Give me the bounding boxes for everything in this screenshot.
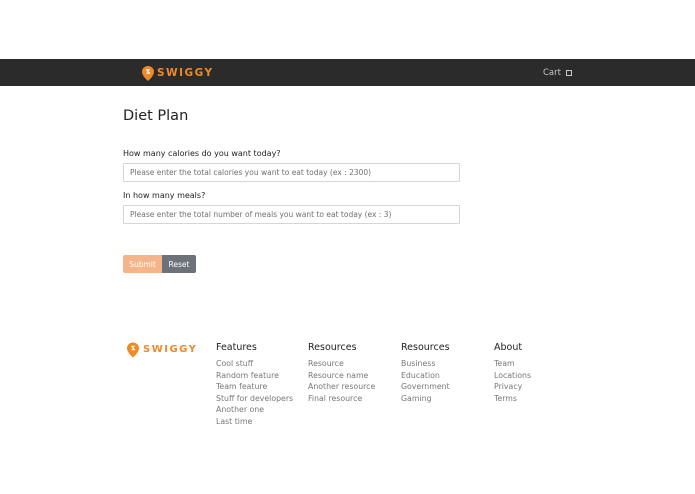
footer-link[interactable]: Final resource: [308, 393, 375, 405]
footer-link[interactable]: Education: [401, 370, 450, 382]
footer-link[interactable]: Last time: [216, 416, 293, 428]
footer-column-resources: Resources Resource Resource name Another…: [308, 341, 375, 404]
brand-name: SWIGGY: [157, 67, 214, 79]
footer-link[interactable]: Another one: [216, 404, 293, 416]
footer-link[interactable]: Gaming: [401, 393, 450, 405]
footer-heading: Resources: [308, 342, 357, 353]
cart-label: Cart: [543, 68, 561, 78]
footer-link[interactable]: Resource: [308, 358, 375, 370]
footer-brand-logo[interactable]: SWIGGY: [127, 341, 197, 358]
calories-label: How many calories do you want today?: [123, 149, 281, 158]
footer-column-resources-2: Resources Business Education Government …: [401, 341, 450, 404]
footer-link[interactable]: Another resource: [308, 381, 375, 393]
swiggy-pin-icon: [142, 65, 154, 81]
footer-link[interactable]: Cool stuff: [216, 358, 293, 370]
cart-icon: [565, 70, 572, 76]
footer-link[interactable]: Locations: [494, 370, 531, 382]
footer-link[interactable]: Terms: [494, 393, 531, 405]
footer-link[interactable]: Business: [401, 358, 450, 370]
footer-link[interactable]: Stuff for developers: [216, 393, 293, 405]
navbar: SWIGGY Cart: [0, 59, 695, 86]
footer-link[interactable]: Resource name: [308, 370, 375, 382]
reset-button[interactable]: Reset: [162, 255, 196, 273]
footer-heading: About: [494, 342, 523, 353]
submit-button[interactable]: Submit: [123, 255, 162, 273]
footer-heading: Features: [216, 342, 257, 353]
footer-column-about: About Team Locations Privacy Terms: [494, 341, 531, 404]
meals-input[interactable]: [123, 205, 460, 224]
footer-link[interactable]: Team feature: [216, 381, 293, 393]
footer-column-features: Features Cool stuff Random feature Team …: [216, 341, 293, 428]
swiggy-pin-icon: [127, 342, 139, 357]
meals-label: In how many meals?: [123, 191, 206, 200]
footer-link[interactable]: Privacy: [494, 381, 531, 393]
brand-logo[interactable]: SWIGGY: [142, 65, 214, 81]
footer-link[interactable]: Random feature: [216, 370, 293, 382]
footer-link[interactable]: Team: [494, 358, 531, 370]
footer-brand-name: SWIGGY: [143, 344, 198, 355]
page-title: Diet Plan: [123, 108, 189, 124]
calories-input[interactable]: [123, 163, 460, 182]
footer-link[interactable]: Government: [401, 381, 450, 393]
footer-heading: Resources: [401, 342, 450, 353]
cart-link[interactable]: Cart: [543, 67, 572, 79]
